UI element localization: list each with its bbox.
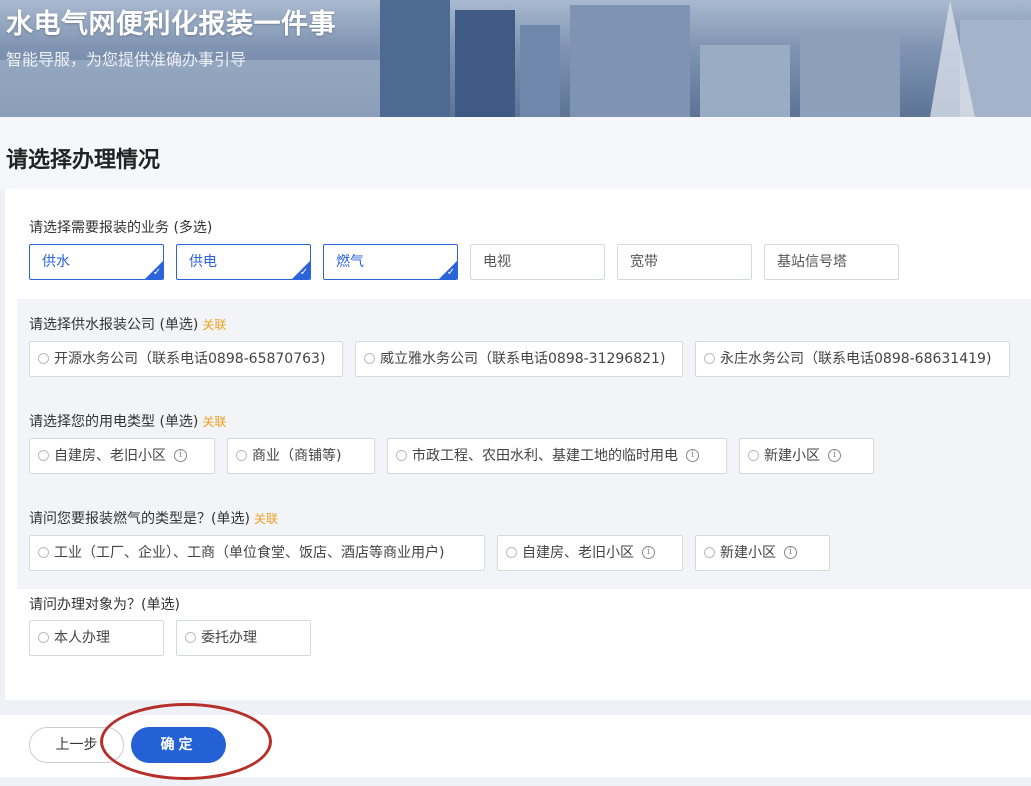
info-icon[interactable]: i <box>174 448 187 462</box>
radio-circle-icon <box>506 546 517 558</box>
checkbox-label: 供水 <box>42 254 70 270</box>
checkbox-broadband[interactable]: 宽带 <box>617 244 752 280</box>
radio-applicant-proxy[interactable]: 委托办理 <box>176 620 311 656</box>
checkbox-base-station[interactable]: 基站信号塔 <box>764 244 899 280</box>
radio-label: 新建小区 <box>764 448 820 464</box>
gas-type-label-text: 请问您要报装燃气的类型是？(单选) <box>29 511 250 527</box>
radio-circle-icon <box>748 449 759 461</box>
power-type-label-text: 请选择您的用电类型 (单选) <box>29 414 199 430</box>
water-company-label: 请选择供水报装公司 (单选) 关联 <box>29 314 226 334</box>
info-icon[interactable]: i <box>784 545 797 559</box>
gas-type-label: 请问您要报装燃气的类型是？(单选) 关联 <box>29 508 278 528</box>
radio-water-kaiyuan[interactable]: 开源水务公司（联系电话0898-65870763) <box>29 341 343 377</box>
info-icon[interactable]: i <box>642 545 655 559</box>
linked-tag: 关联 <box>202 318 227 332</box>
checkbox-label: 电视 <box>483 254 511 270</box>
radio-gas-industrial[interactable]: 工业（工厂、企业）、工商（单位食堂、饭店、酒店等商业用户) <box>29 535 485 571</box>
radio-circle-icon <box>185 631 196 643</box>
banner-subtitle: 智能导服，为您提供准确办事引导 <box>6 50 247 69</box>
page-title-bar: 请选择办理情况 <box>0 117 1031 189</box>
radio-power-temporary[interactable]: 市政工程、农田水利、基建工地的临时用电 i <box>387 438 727 474</box>
radio-water-yongzhuang[interactable]: 永庄水务公司（联系电话0898-68631419) <box>695 341 1010 377</box>
water-company-label-text: 请选择供水报装公司 (单选) <box>29 317 199 333</box>
radio-power-new-community[interactable]: 新建小区 i <box>739 438 874 474</box>
linked-tag: 关联 <box>253 512 278 526</box>
radio-circle-icon <box>364 352 375 364</box>
radio-water-veolia[interactable]: 威立雅水务公司（联系电话0898-31296821) <box>355 341 683 377</box>
power-type-label: 请选择您的用电类型 (单选) 关联 <box>29 411 226 431</box>
info-icon[interactable]: i <box>686 448 699 462</box>
radio-gas-new-community[interactable]: 新建小区 i <box>695 535 830 571</box>
applicant-label: 请问办理对象为？(单选) <box>29 597 180 613</box>
header-banner: 水电气网便利化报装一件事 智能导服，为您提供准确办事引导 <box>0 0 1031 117</box>
info-icon[interactable]: i <box>828 448 841 462</box>
checkbox-water-supply[interactable]: 供水 ✓ <box>29 244 164 280</box>
radio-label: 开源水务公司（联系电话0898-65870763) <box>54 351 326 367</box>
checkbox-label: 燃气 <box>336 254 364 270</box>
highlight-ellipse <box>100 703 272 780</box>
radio-label: 市政工程、农田水利、基建工地的临时用电 <box>412 448 678 464</box>
checkbox-label: 宽带 <box>630 254 658 270</box>
radio-circle-icon <box>38 631 49 643</box>
checkmark-icon: ✓ <box>152 267 162 278</box>
radio-power-selfbuilt[interactable]: 自建房、老旧小区 i <box>29 438 215 474</box>
radio-label: 本人办理 <box>54 630 110 646</box>
banner-title: 水电气网便利化报装一件事 <box>6 9 336 40</box>
radio-circle-icon <box>704 546 715 558</box>
radio-label: 自建房、老旧小区 <box>54 448 166 464</box>
checkbox-electricity[interactable]: 供电 ✓ <box>176 244 311 280</box>
radio-circle-icon <box>704 352 715 364</box>
radio-circle-icon <box>38 352 49 364</box>
radio-label: 威立雅水务公司（联系电话0898-31296821) <box>380 351 666 367</box>
radio-label: 工业（工厂、企业）、工商（单位食堂、饭店、酒店等商业用户) <box>54 545 445 561</box>
checkmark-icon: ✓ <box>446 267 456 278</box>
checkbox-tv[interactable]: 电视 <box>470 244 605 280</box>
business-label: 请选择需要报装的业务 (多选) <box>29 220 213 236</box>
linked-tag: 关联 <box>202 415 227 429</box>
radio-circle-icon <box>38 546 49 558</box>
radio-label: 商业（商铺等) <box>252 448 342 464</box>
page-title: 请选择办理情况 <box>6 148 161 173</box>
radio-label: 永庄水务公司（联系电话0898-68631419) <box>720 351 992 367</box>
checkbox-label: 供电 <box>189 254 217 270</box>
radio-circle-icon <box>38 449 49 461</box>
radio-label: 委托办理 <box>201 630 257 646</box>
checkmark-icon: ✓ <box>299 267 309 278</box>
radio-label: 自建房、老旧小区 <box>522 545 634 561</box>
checkbox-label: 基站信号塔 <box>777 254 847 270</box>
radio-label: 新建小区 <box>720 545 776 561</box>
radio-power-commercial[interactable]: 商业（商铺等) <box>227 438 375 474</box>
radio-circle-icon <box>396 449 407 461</box>
checkbox-gas[interactable]: 燃气 ✓ <box>323 244 458 280</box>
radio-circle-icon <box>236 449 247 461</box>
radio-gas-selfbuilt[interactable]: 自建房、老旧小区 i <box>497 535 683 571</box>
radio-applicant-self[interactable]: 本人办理 <box>29 620 164 656</box>
